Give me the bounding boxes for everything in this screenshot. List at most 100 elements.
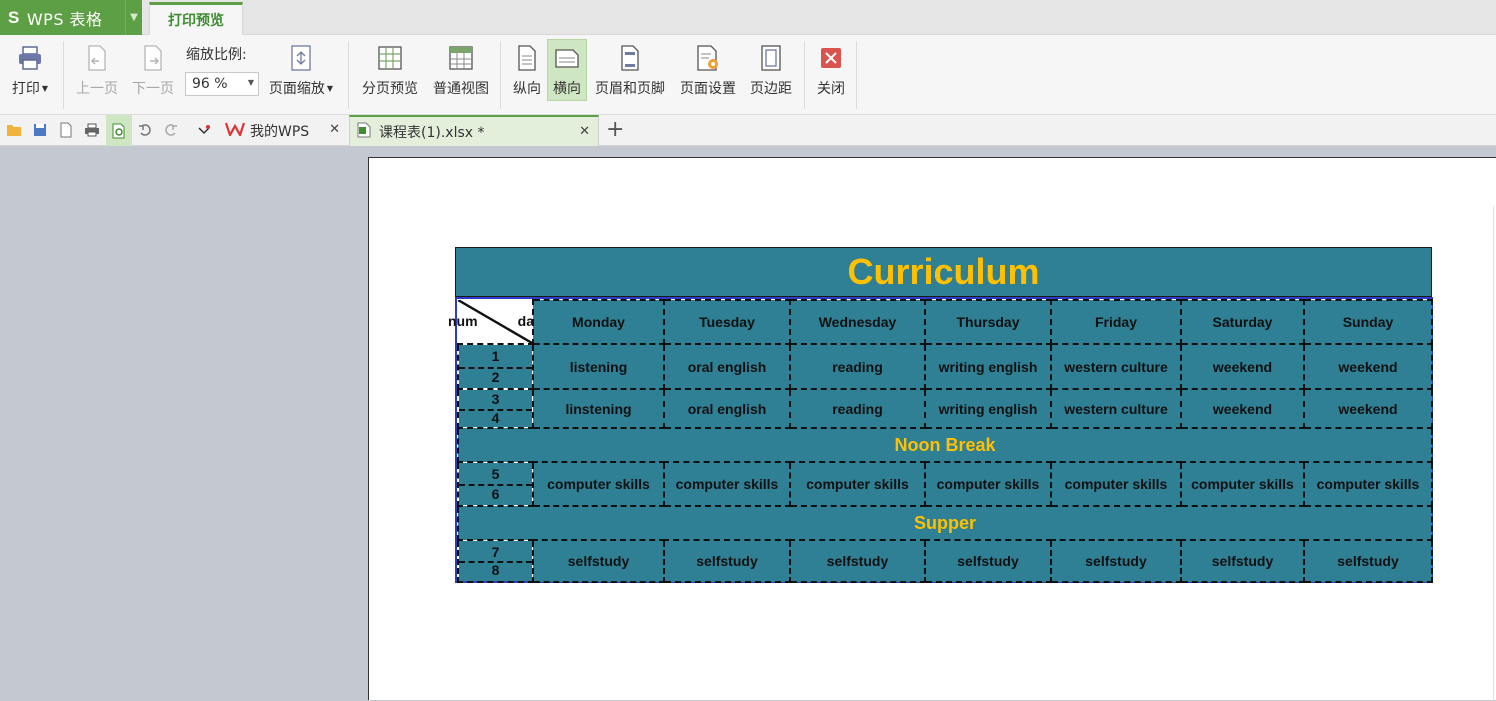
print-button[interactable]: 打印 ▼ [6, 35, 54, 115]
curriculum-sheet: Curriculum num da Monday Tuesday Wednesd… [448, 247, 1433, 583]
class-cell: selfstudy [532, 539, 665, 583]
margins-icon [756, 43, 786, 73]
day-header: Wednesday [789, 299, 926, 345]
portrait-label: 纵向 [513, 81, 541, 97]
app-menu-button[interactable]: S WPS 表格 [0, 0, 125, 35]
prev-page-button[interactable]: 上一页 [72, 35, 122, 98]
print-label: 打印 [11, 81, 40, 97]
page-break-preview-label: 分页预览 [362, 81, 418, 97]
export-pdf-icon[interactable] [56, 120, 76, 140]
class-cell: writing english [924, 343, 1052, 390]
supper-label: Supper [457, 505, 1433, 541]
page-break-preview-icon [375, 43, 405, 73]
next-page-icon [138, 43, 168, 73]
table-row: 56 computer skills computer skills compu… [457, 461, 1433, 507]
class-cell: oral english [663, 343, 791, 390]
class-cell: selfstudy [924, 539, 1052, 583]
portrait-icon [512, 43, 542, 73]
prev-page-icon [82, 43, 112, 73]
class-cell: selfstudy [789, 539, 926, 583]
day-header: Monday [532, 299, 665, 345]
class-cell: weekend [1303, 388, 1433, 429]
class-cell: computer skills [1303, 461, 1433, 507]
class-cell: weekend [1180, 343, 1305, 390]
page-setup-button[interactable]: 页面设置 [676, 35, 740, 98]
header-footer-button[interactable]: 页眉和页脚 [590, 35, 670, 98]
corner-left-label: num [448, 313, 478, 329]
class-cell: linstening [532, 388, 665, 429]
class-cell: listening [532, 343, 665, 390]
class-cell: selfstudy [1050, 539, 1182, 583]
print-preview-icon[interactable] [106, 115, 132, 146]
period-number: 2 [491, 369, 500, 385]
header-footer-icon [615, 43, 645, 73]
day-header: Saturday [1180, 299, 1305, 345]
header-row: num da Monday Tuesday Wednesday Thursday… [448, 299, 1433, 345]
close-tab-icon[interactable]: ✕ [329, 122, 340, 137]
app-menu-dropdown[interactable]: ▼ [125, 0, 142, 35]
period-number: 1 [491, 348, 500, 364]
sheet-title-cell: Curriculum [455, 247, 1432, 297]
class-cell: weekend [1180, 388, 1305, 429]
close-preview-button[interactable]: 关闭 [812, 35, 850, 98]
period-number: 5 [491, 466, 500, 482]
class-cell: selfstudy [663, 539, 791, 583]
doc-tab-curriculum[interactable]: 课程表(1).xlsx * ✕ [349, 115, 599, 146]
zoom-value: 96 % [192, 76, 228, 92]
page-zoom-icon [286, 43, 316, 73]
class-cell: reading [789, 343, 926, 390]
day-header: Tuesday [663, 299, 791, 345]
app-name: WPS 表格 [26, 9, 103, 29]
period-number: 8 [491, 562, 500, 578]
close-tab-icon[interactable]: ✕ [579, 124, 590, 139]
break-row: Supper [457, 505, 1433, 541]
timetable-grid: num da Monday Tuesday Wednesday Thursday… [448, 297, 1433, 583]
table-row: 12 listening oral english reading writin… [457, 343, 1433, 390]
page-zoom-label: 页面缩放 [268, 81, 325, 97]
customize-icon[interactable] [194, 120, 214, 140]
chevron-down-icon: ▼ [130, 12, 138, 23]
new-tab-icon[interactable]: + [606, 117, 624, 142]
doc-tab-my-wps[interactable]: 我的WPS ✕ [220, 115, 348, 146]
zoom-label: 缩放比例: [186, 47, 247, 63]
page-zoom-button[interactable]: 页面缩放 ▼ [264, 35, 338, 98]
normal-view-button[interactable]: 普通视图 [428, 35, 494, 98]
undo-icon[interactable] [135, 120, 155, 140]
class-cell: reading [789, 388, 926, 429]
day-header: Sunday [1303, 299, 1433, 345]
normal-view-label: 普通视图 [433, 81, 489, 97]
doc-tab-label: 课程表(1).xlsx * [379, 124, 485, 141]
margins-label: 页边距 [750, 81, 792, 97]
tab-print-preview[interactable]: 打印预览 [149, 2, 243, 35]
normal-view-icon [446, 43, 476, 73]
header-footer-label: 页眉和页脚 [595, 81, 665, 97]
zoom-select[interactable]: 96 % ▼ [185, 72, 259, 96]
landscape-icon [552, 43, 582, 73]
class-cell: oral english [663, 388, 791, 429]
margins-button[interactable]: 页边距 [746, 35, 796, 98]
break-row: Noon Break [457, 427, 1433, 463]
next-page-button[interactable]: 下一页 [128, 35, 178, 98]
class-cell: selfstudy [1180, 539, 1305, 583]
class-cell: computer skills [1180, 461, 1305, 507]
period-cell: 12 [457, 343, 534, 390]
save-icon[interactable] [30, 120, 50, 140]
title-bar: S WPS 表格 ▼ 打印预览 [0, 0, 1496, 35]
open-folder-icon[interactable] [4, 120, 24, 140]
page-break-preview-button[interactable]: 分页预览 [357, 35, 423, 98]
class-cell: writing english [924, 388, 1052, 429]
period-number: 7 [491, 544, 500, 560]
redo-icon[interactable] [161, 120, 181, 140]
chevron-down-icon: ▼ [247, 78, 254, 87]
class-cell: western culture [1050, 343, 1182, 390]
timetable: num da Monday Tuesday Wednesday Thursday… [448, 299, 1433, 583]
landscape-button[interactable]: 横向 [547, 39, 587, 101]
printer-icon[interactable] [82, 120, 102, 140]
period-number: 3 [491, 391, 500, 407]
portrait-button[interactable]: 纵向 [508, 35, 546, 98]
period-cell: 56 [457, 461, 534, 507]
class-cell: computer skills [1050, 461, 1182, 507]
page-setup-icon [693, 43, 723, 73]
class-cell: computer skills [789, 461, 926, 507]
corner-right-label: da [517, 313, 534, 329]
